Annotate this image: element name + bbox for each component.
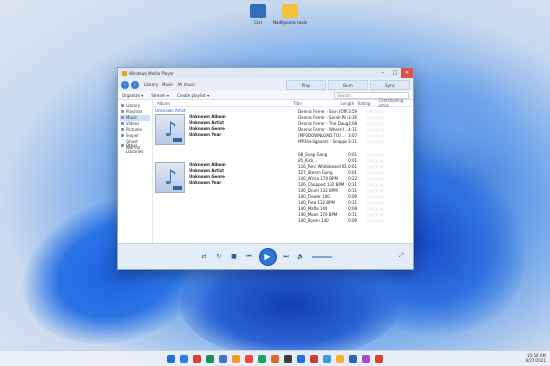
rating-stars[interactable]: ○○○○○ (366, 152, 388, 157)
rating-stars[interactable]: ○○○○○ (366, 115, 388, 120)
taskbar-app-icon[interactable] (167, 354, 175, 363)
column-length[interactable]: Length (340, 101, 357, 106)
taskbar-app-icon[interactable] (219, 354, 227, 363)
rating-stars[interactable]: ○○○○○ (366, 170, 388, 175)
next-button[interactable]: ⏭ (282, 252, 291, 261)
toolbar: Organize ▾ Stream ▾ Create playlist ▾ Se… (118, 91, 413, 100)
rating-stars[interactable]: ○○○○○ (366, 218, 388, 223)
column-title[interactable]: Title (293, 101, 340, 106)
taskbar-app-icon[interactable] (271, 354, 279, 363)
rating-stars[interactable]: ○○○○○ (366, 158, 388, 163)
track-list: Dennis Ferrer - Sinn (Offi... 3:59 ○○○○○ D… (298, 108, 409, 223)
rating-stars[interactable]: ○○○○○ (366, 176, 388, 181)
rating-stars[interactable]: ○○○○○ (366, 188, 388, 193)
taskbar-app-icon[interactable] (349, 354, 357, 363)
breadcrumb-all-music[interactable]: All music (177, 82, 195, 87)
album-info: Unknown Album Unknown Artist Unknown Gen… (189, 162, 226, 185)
previous-button[interactable]: ⏮ (245, 252, 254, 261)
album-artist-header: Unknown Artist (155, 108, 186, 113)
rating-stars[interactable]: ○○○○○ (366, 200, 388, 205)
breadcrumb-library[interactable]: Library (144, 82, 158, 87)
taskbar-app-icon[interactable] (336, 354, 344, 363)
close-button[interactable]: ✕ (401, 68, 413, 78)
album-tag (173, 138, 183, 142)
rating-stars[interactable]: ○○○○○ (366, 127, 388, 132)
tab-strip: Play Burn Sync (286, 79, 410, 90)
rating-stars[interactable]: ○○○○○ (366, 182, 388, 187)
playback-controls: ⇄ ↻ ■ ⏮ ▶ ⏭ 🔈 ⤢ (118, 243, 413, 269)
library-body: Library Playlists Music Videos Pictures … (118, 98, 413, 243)
album-art: ♪ (155, 114, 186, 145)
navigation-bar: ‹ › Library Music All music Play Burn Sy… (118, 78, 413, 91)
stream-menu[interactable]: Stream ▾ (151, 93, 169, 98)
media-player-icon (122, 70, 127, 76)
tab-burn[interactable]: Burn (328, 79, 368, 90)
title-bar[interactable]: Windows Media Player – □ ✕ (118, 68, 413, 78)
album-art: ♪ (155, 162, 186, 193)
create-playlist-menu[interactable]: Create playlist ▾ (177, 93, 209, 98)
rating-stars[interactable]: ○○○○○ (366, 206, 388, 211)
album-tag (173, 186, 183, 190)
clock[interactable]: 10:58 AM 8/27/2021 (525, 353, 546, 363)
column-rating[interactable]: Rating (358, 101, 379, 106)
taskbar-app-icon[interactable] (310, 354, 318, 363)
breadcrumb: Library Music All music (144, 82, 195, 87)
desktop-icon-folder[interactable]: Neditpoints tools (272, 4, 308, 25)
album-info: Unknown Album Unknown Artist Unknown Gen… (189, 114, 226, 137)
album-group[interactable]: ♪ Unknown Album Unknown Artist Unknown G… (155, 156, 250, 193)
taskbar-app-icon[interactable] (193, 354, 201, 363)
taskbar-app-icon[interactable] (258, 354, 266, 363)
mute-button[interactable]: 🔈 (297, 252, 306, 261)
rating-stars[interactable]: ○○○○○ (366, 109, 388, 114)
forward-button[interactable]: › (131, 80, 139, 89)
taskbar-app-icon[interactable] (297, 354, 305, 363)
tab-sync[interactable]: Sync (370, 79, 410, 90)
media-player-window: Windows Media Player – □ ✕ ‹ › Library M… (117, 67, 414, 270)
sidebar-item-sniper-ghost-warrior[interactable]: Sniper Ghost Warrior (120, 133, 150, 150)
back-button[interactable]: ‹ (121, 80, 129, 89)
taskbar-app-icon[interactable] (362, 354, 370, 363)
window-title: Windows Media Player (129, 70, 174, 76)
rating-stars[interactable]: ○○○○○ (366, 133, 388, 138)
taskbar-app-icon[interactable] (206, 354, 214, 363)
stop-button[interactable]: ■ (230, 252, 239, 261)
taskbar-app-icon[interactable] (375, 354, 383, 363)
taskbar-app-icon[interactable] (284, 354, 292, 363)
rating-stars[interactable]: ○○○○○ (366, 194, 388, 199)
music-list: Album Title Length Rating Contributing a… (153, 98, 413, 243)
maximize-button[interactable]: □ (389, 68, 401, 78)
volume-slider[interactable] (311, 255, 332, 258)
navigation-pane: Library Playlists Music Videos Pictures … (118, 100, 154, 243)
system-tray: 10:58 AM 8/27/2021 (525, 353, 546, 363)
taskbar-icons (167, 354, 383, 363)
album-artist-header (155, 156, 250, 161)
column-album[interactable]: Album (153, 101, 243, 106)
repeat-button[interactable]: ↻ (215, 252, 224, 261)
app-icon (250, 4, 266, 18)
taskbar: 10:58 AM 8/27/2021 (0, 350, 550, 366)
desktop-icon-ciel[interactable]: Ciel (240, 4, 276, 25)
sidebar-item-other-libraries[interactable]: Other Libraries (120, 143, 150, 154)
rating-stars[interactable]: ○○○○○ (366, 212, 388, 217)
column-contributing-artist[interactable]: Contributing artist (378, 98, 413, 108)
album-group[interactable]: Unknown Artist ♪ Unknown Album Unknown A… (155, 108, 250, 145)
taskbar-app-icon[interactable] (232, 354, 240, 363)
taskbar-app-icon[interactable] (323, 354, 331, 363)
track-row[interactable]: 140_Rosen 140 0:09 ○○○○○ (298, 217, 409, 223)
organize-menu[interactable]: Organize ▾ (122, 93, 143, 98)
breadcrumb-music[interactable]: Music (162, 82, 173, 87)
rating-stars[interactable]: ○○○○○ (366, 164, 388, 169)
folder-icon (282, 4, 298, 18)
tab-play[interactable]: Play (286, 79, 326, 90)
column-headers: Album Title Length Rating Contributing a… (153, 98, 413, 108)
minimize-button[interactable]: – (377, 68, 389, 78)
play-button[interactable]: ▶ (259, 248, 276, 265)
rating-stars[interactable]: ○○○○○ (366, 139, 388, 144)
shuffle-button[interactable]: ⇄ (200, 252, 209, 261)
taskbar-app-icon[interactable] (245, 354, 253, 363)
rating-stars[interactable]: ○○○○○ (366, 121, 388, 126)
taskbar-app-icon[interactable] (180, 354, 188, 363)
switch-to-now-playing-icon[interactable]: ⤢ (399, 252, 407, 260)
